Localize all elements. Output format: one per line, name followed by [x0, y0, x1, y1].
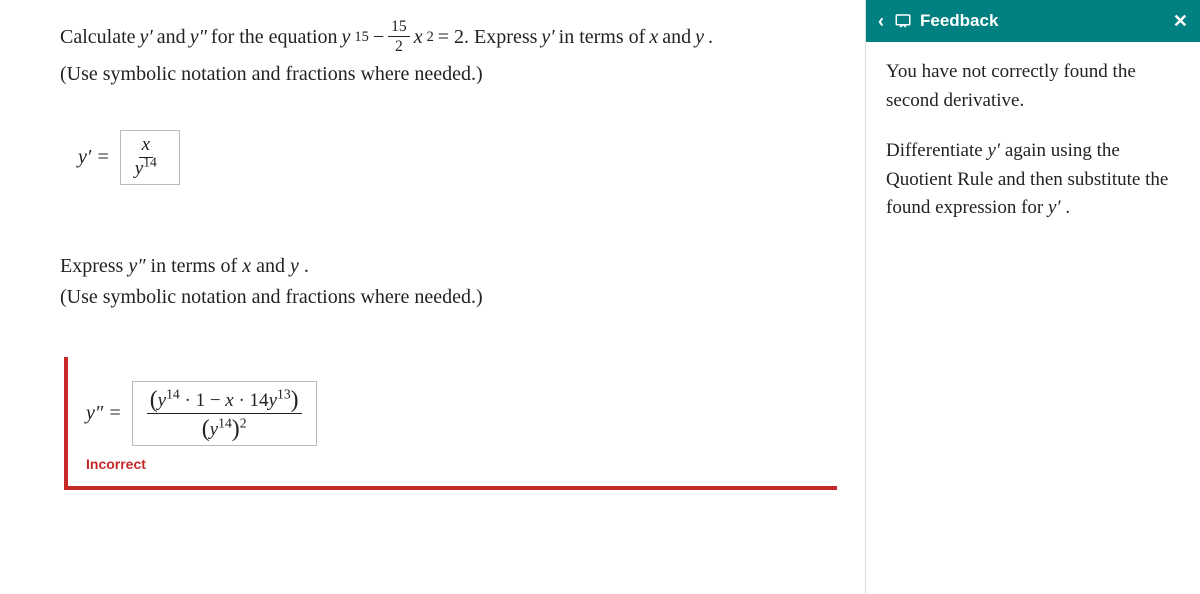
var: y′ [78, 146, 91, 168]
x-var: x [414, 19, 423, 55]
text: · 1 − [180, 390, 226, 411]
y-prime: y′ [541, 19, 554, 55]
y-var: y [695, 19, 704, 55]
numerator: 15 [388, 18, 410, 37]
feedback-panel: ‹ Feedback ✕ You have not correctly foun… [865, 0, 1200, 594]
text: . [304, 255, 309, 277]
y-prime: y′ [1048, 197, 1061, 218]
feedback-header: ‹ Feedback ✕ [866, 0, 1200, 42]
denominator: (y14)2 [202, 414, 247, 441]
hint-2: (Use symbolic notation and fractions whe… [60, 286, 837, 309]
fraction-15-2: 15 2 [388, 18, 410, 55]
text: and [157, 19, 186, 55]
x-var: x [649, 19, 658, 55]
incorrect-answer-block: y″ = (y14 · 1 − x · 14y13) (y14)2 Incorr… [64, 357, 837, 490]
text: Calculate [60, 19, 136, 55]
text: for the equation [211, 19, 338, 55]
text: in terms of [559, 19, 646, 55]
text: · 14 [234, 390, 269, 411]
y-var: y [210, 419, 218, 440]
text: = 2. Express [438, 19, 538, 55]
denominator: 2 [395, 37, 403, 55]
feedback-title: Feedback [920, 11, 998, 31]
denominator: y14 [135, 158, 157, 180]
y-double-prime: y″ [128, 255, 145, 277]
numerator: (y14 · 1 − x · 14y13) [147, 386, 302, 414]
text: in terms of [151, 255, 243, 277]
answer-input-yprime[interactable]: x y14 [120, 130, 180, 185]
text: and [662, 19, 691, 55]
y-var: y [135, 158, 143, 179]
x-var: x [225, 390, 233, 411]
text: Differentiate [886, 140, 987, 161]
section-2-prompt: Express y″ in terms of x and y . [60, 255, 837, 278]
y-var: y [269, 390, 277, 411]
fraction: (y14 · 1 − x · 14y13) (y14)2 [147, 386, 302, 441]
exp: 14 [218, 416, 232, 431]
text: and [256, 255, 290, 277]
feedback-icon [894, 12, 912, 30]
fraction: x y14 [135, 135, 157, 180]
hint-1: (Use symbolic notation and fractions whe… [60, 63, 837, 86]
minus: − [373, 19, 384, 55]
answer-row-yprime: y′ = x y14 [78, 130, 837, 185]
incorrect-label: Incorrect [86, 456, 819, 472]
y-prime: y′ [987, 140, 1000, 161]
equals: = [103, 402, 122, 424]
feedback-body: You have not correctly found the second … [866, 42, 1200, 261]
feedback-paragraph-2: Differentiate y′ again using the Quotien… [886, 137, 1180, 223]
feedback-paragraph-1: You have not correctly found the second … [886, 58, 1180, 115]
equals: = [91, 146, 110, 168]
y-var: y [342, 19, 351, 55]
y-prime: y′ [140, 19, 153, 55]
answer-input-ydprime[interactable]: (y14 · 1 − x · 14y13) (y14)2 [132, 381, 317, 446]
exp: 14 [166, 387, 180, 402]
x-var: x [242, 255, 251, 277]
text: . [708, 19, 713, 55]
var: y″ [86, 402, 103, 424]
answer-label: y″ = [86, 402, 122, 425]
question-prompt: Calculate y′ and y″ for the equation y 15… [60, 18, 837, 55]
exp: 2 [240, 416, 247, 431]
exp: 14 [143, 155, 157, 170]
prev-button[interactable]: ‹ [878, 12, 884, 30]
y-var: y [158, 390, 166, 411]
answer-label: y′ = [78, 146, 110, 169]
exp: 13 [277, 387, 291, 402]
close-button[interactable]: ✕ [1173, 11, 1188, 32]
y-var: y [290, 255, 299, 277]
text: . [1065, 197, 1070, 218]
text: Express [60, 255, 128, 277]
question-panel: Calculate y′ and y″ for the equation y 15… [0, 0, 865, 594]
y-double-prime: y″ [190, 19, 207, 55]
